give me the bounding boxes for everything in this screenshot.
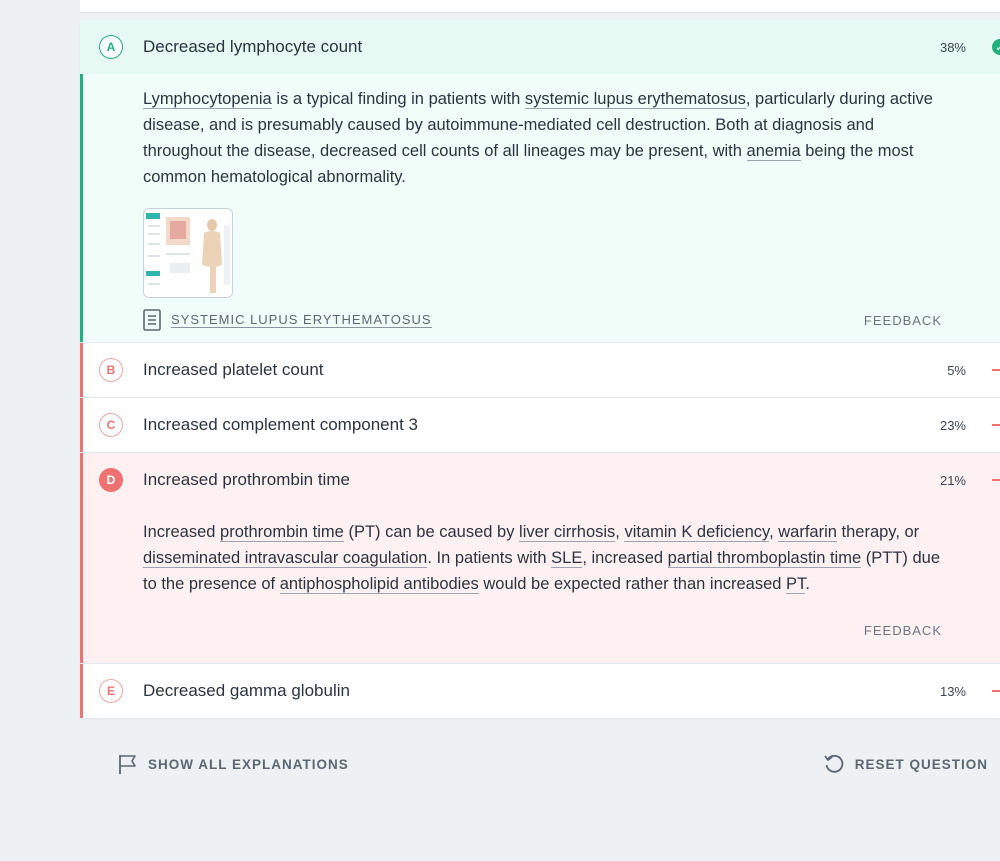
option-a-row[interactable]: A Decreased lymphocyte count 38% ✓ bbox=[80, 20, 1000, 74]
link-vitamin-k-deficiency[interactable]: vitamin K deficiency bbox=[624, 523, 770, 542]
link-sle[interactable]: systemic lupus erythematosus bbox=[524, 90, 746, 109]
document-icon bbox=[143, 309, 161, 331]
option-a[interactable]: A Decreased lymphocyte count 38% ✓ Lymph… bbox=[80, 20, 1000, 343]
option-d-row[interactable]: D Increased prothrombin time 21% bbox=[80, 453, 1000, 507]
link-sle-abbrev[interactable]: SLE bbox=[551, 549, 583, 568]
option-letter-d: D bbox=[99, 468, 123, 492]
dash-icon bbox=[992, 479, 1000, 481]
option-d[interactable]: D Increased prothrombin time 21% Increas… bbox=[80, 453, 1000, 664]
dash-icon bbox=[992, 424, 1000, 426]
option-c-percent: 23% bbox=[939, 417, 966, 433]
option-d-footer: FEEDBACK bbox=[80, 597, 1000, 663]
link-warfarin[interactable]: warfarin bbox=[778, 523, 837, 542]
question-actions-bar: SHOW ALL EXPLANATIONS RESET QUESTION bbox=[118, 752, 988, 776]
option-letter-c: C bbox=[99, 413, 123, 437]
reset-question-button[interactable]: RESET QUESTION bbox=[823, 753, 988, 775]
option-b-row[interactable]: B Increased platelet count 5% bbox=[80, 343, 1000, 397]
show-all-explanations-label: SHOW ALL EXPLANATIONS bbox=[148, 756, 349, 772]
option-a-explanation: Lymphocytopenia is a typical finding in … bbox=[80, 74, 1000, 298]
show-all-explanations-button[interactable]: SHOW ALL EXPLANATIONS bbox=[118, 753, 349, 775]
option-a-text: Decreased lymphocyte count bbox=[143, 37, 363, 56]
article-thumbnail-image[interactable] bbox=[143, 208, 233, 298]
option-letter-e: E bbox=[99, 679, 123, 703]
option-c[interactable]: C Increased complement component 3 23% bbox=[80, 398, 1000, 453]
option-d-explanation: Increased prothrombin time (PT) can be c… bbox=[143, 523, 941, 594]
dash-icon bbox=[992, 690, 1000, 692]
option-d-text: Increased prothrombin time bbox=[143, 470, 350, 489]
dash-icon bbox=[992, 369, 1000, 371]
option-b-percent: 5% bbox=[947, 362, 966, 378]
flag-icon bbox=[119, 755, 136, 774]
link-dic[interactable]: disseminated intravascular coagulation bbox=[143, 549, 428, 568]
link-lymphocytopenia[interactable]: Lymphocytopenia bbox=[143, 90, 272, 109]
previous-panel-edge bbox=[80, 0, 1000, 13]
option-letter-b: B bbox=[99, 358, 123, 382]
link-ptt[interactable]: partial thromboplastin time bbox=[667, 549, 862, 568]
option-e-text: Decreased gamma globulin bbox=[143, 681, 350, 700]
undo-icon bbox=[824, 754, 844, 773]
option-d-percent: 21% bbox=[939, 472, 966, 488]
link-pt[interactable]: PT bbox=[786, 575, 806, 594]
feedback-button[interactable]: FEEDBACK bbox=[864, 313, 942, 328]
answer-options-card: A Decreased lymphocyte count 38% ✓ Lymph… bbox=[80, 20, 1000, 718]
article-link[interactable]: SYSTEMIC LUPUS ERYTHEMATOSUS bbox=[143, 309, 432, 331]
option-e[interactable]: E Decreased gamma globulin 13% bbox=[80, 664, 1000, 718]
reset-question-label: RESET QUESTION bbox=[854, 756, 988, 772]
option-c-text: Increased complement component 3 bbox=[143, 415, 418, 434]
check-circle-icon: ✓ bbox=[992, 39, 1000, 55]
feedback-button[interactable]: FEEDBACK bbox=[864, 623, 942, 638]
option-letter-a: A bbox=[99, 35, 123, 59]
link-antiphospholipid-antibodies[interactable]: antiphospholipid antibodies bbox=[279, 575, 479, 594]
article-link-label[interactable]: SYSTEMIC LUPUS ERYTHEMATOSUS bbox=[171, 312, 432, 328]
option-a-footer: SYSTEMIC LUPUS ERYTHEMATOSUS FEEDBACK bbox=[80, 298, 1000, 342]
link-anemia[interactable]: anemia bbox=[746, 142, 801, 161]
option-b[interactable]: B Increased platelet count 5% bbox=[80, 343, 1000, 398]
link-liver-cirrhosis[interactable]: liver cirrhosis bbox=[519, 523, 616, 542]
link-prothrombin-time[interactable]: prothrombin time bbox=[220, 523, 344, 542]
option-c-row[interactable]: C Increased complement component 3 23% bbox=[80, 398, 1000, 452]
option-b-text: Increased platelet count bbox=[143, 360, 324, 379]
option-a-percent: 38% bbox=[939, 39, 966, 55]
option-e-row[interactable]: E Decreased gamma globulin 13% bbox=[80, 664, 1000, 718]
option-e-percent: 13% bbox=[939, 683, 966, 699]
